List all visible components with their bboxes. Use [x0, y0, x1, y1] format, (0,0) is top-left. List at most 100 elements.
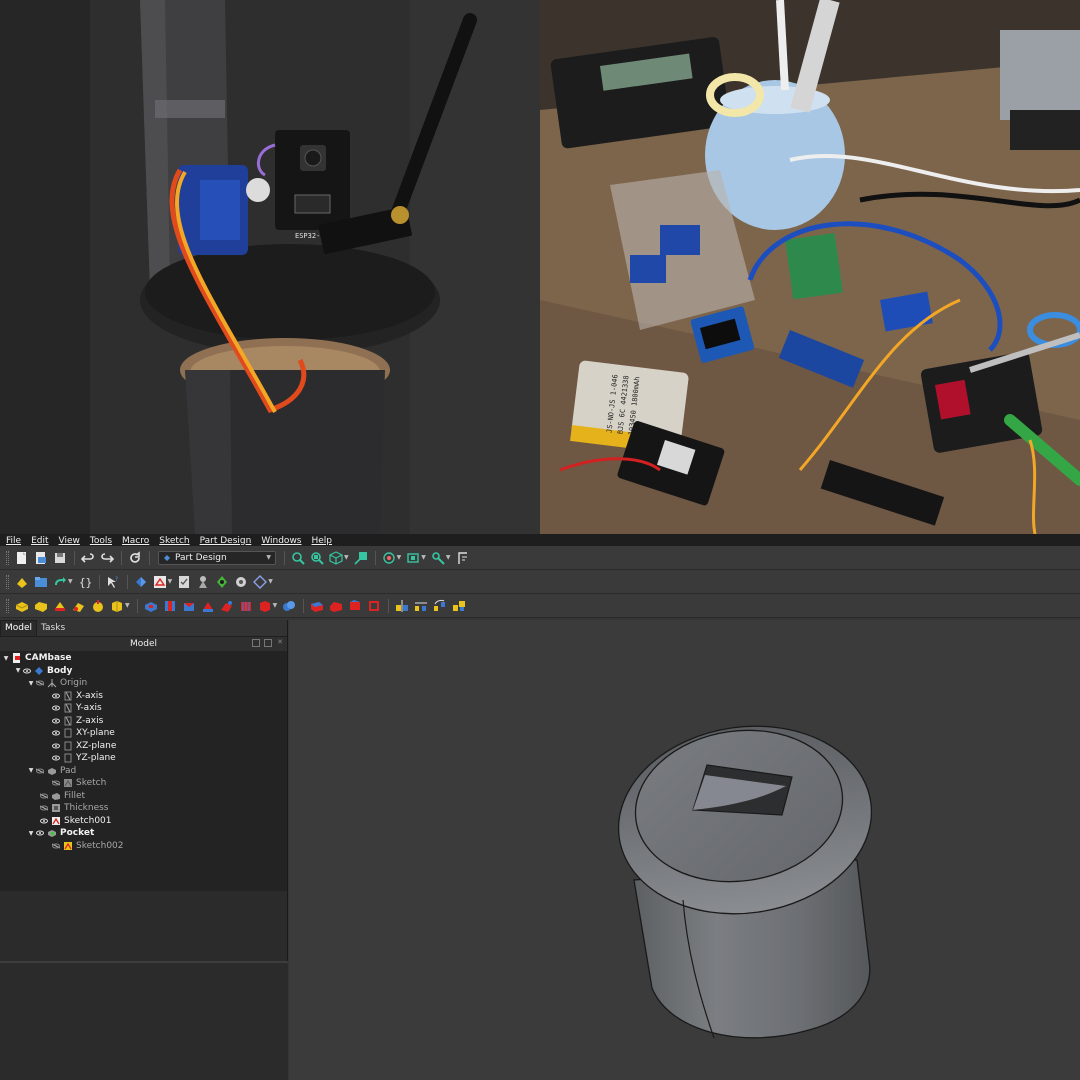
subtractive-loft-icon[interactable] — [199, 597, 217, 615]
fillet-icon[interactable] — [308, 597, 326, 615]
std-views-icon[interactable] — [404, 549, 422, 567]
pad-icon[interactable] — [13, 597, 31, 615]
hidden-eye-icon[interactable] — [35, 679, 45, 687]
tab-model[interactable]: Model — [0, 620, 38, 636]
open-document-icon[interactable] — [32, 549, 50, 567]
toolbar-grip[interactable] — [6, 598, 9, 613]
mirrored-icon[interactable] — [393, 597, 411, 615]
menu-view[interactable]: View — [53, 536, 84, 546]
3d-viewport[interactable] — [289, 620, 1080, 1080]
menu-file[interactable]: File — [0, 536, 25, 546]
expand-arrow-icon[interactable]: ▼ — [2, 655, 10, 662]
boolean-icon[interactable] — [280, 597, 298, 615]
isometric-view-icon[interactable] — [327, 549, 345, 567]
create-body-icon[interactable] — [132, 573, 150, 591]
fit-selection-icon[interactable] — [308, 549, 326, 567]
new-document-icon[interactable] — [13, 549, 31, 567]
redo-icon[interactable] — [98, 549, 116, 567]
hidden-eye-icon[interactable] — [51, 779, 61, 787]
shape-binder-icon[interactable] — [194, 573, 212, 591]
subtractive-pipe-icon[interactable] — [218, 597, 236, 615]
restore-icon[interactable] — [252, 639, 260, 647]
hidden-eye-icon[interactable] — [39, 804, 49, 812]
chevron-down-icon[interactable]: ▼ — [273, 602, 278, 609]
menu-tools[interactable]: Tools — [84, 536, 116, 546]
visibility-eye-icon[interactable] — [51, 692, 61, 700]
linear-pattern-icon[interactable] — [412, 597, 430, 615]
visibility-eye-icon[interactable] — [51, 742, 61, 750]
chevron-down-icon[interactable]: ▼ — [68, 578, 73, 585]
polar-pattern-icon[interactable] — [431, 597, 449, 615]
tree-item-cambase[interactable]: ▼ CAMbase — [2, 652, 72, 665]
visibility-eye-icon[interactable] — [51, 729, 61, 737]
tree-item-xz-plane[interactable]: XZ-plane — [51, 740, 116, 753]
measure-distance-icon[interactable] — [454, 549, 472, 567]
expand-arrow-icon[interactable]: ▼ — [14, 667, 22, 674]
workbench-selector[interactable]: Part Design ▼ — [158, 550, 276, 565]
visibility-eye-icon[interactable] — [51, 754, 61, 762]
visibility-eye-icon[interactable] — [35, 829, 45, 837]
link-icon[interactable] — [51, 573, 69, 591]
tree-item-xy-plane[interactable]: XY-plane — [51, 727, 115, 740]
clone-icon[interactable] — [232, 573, 250, 591]
measure-icon[interactable] — [429, 549, 447, 567]
expand-arrow-icon[interactable]: ▼ — [27, 767, 35, 774]
float-icon[interactable] — [264, 639, 272, 647]
hole-icon[interactable] — [161, 597, 179, 615]
chevron-down-icon[interactable]: ▼ — [344, 554, 349, 561]
tree-item-yz-plane[interactable]: YZ-plane — [51, 752, 116, 765]
revolution-icon[interactable] — [32, 597, 50, 615]
additive-loft-icon[interactable] — [51, 597, 69, 615]
pocket-icon[interactable] — [142, 597, 160, 615]
chevron-down-icon[interactable]: ▼ — [125, 602, 130, 609]
thickness-icon[interactable] — [365, 597, 383, 615]
refresh-icon[interactable] — [126, 549, 144, 567]
chevron-down-icon[interactable]: ▼ — [397, 554, 402, 561]
chevron-down-icon[interactable]: ▼ — [168, 578, 173, 585]
close-icon[interactable]: ✕ — [276, 639, 284, 647]
create-part-icon[interactable] — [13, 573, 31, 591]
whats-this-icon[interactable]: ? — [104, 573, 122, 591]
visibility-eye-icon[interactable] — [51, 704, 61, 712]
tree-item-sketch[interactable]: Sketch — [51, 777, 106, 790]
additive-pipe-icon[interactable] — [70, 597, 88, 615]
toolbar-grip[interactable] — [6, 574, 9, 589]
hidden-eye-icon[interactable] — [35, 767, 45, 775]
hidden-eye-icon[interactable] — [51, 842, 61, 850]
menu-part-design[interactable]: Part Design — [194, 536, 256, 546]
tree-item-body[interactable]: ▼ Body — [14, 665, 73, 678]
draft-icon[interactable] — [346, 597, 364, 615]
visibility-eye-icon[interactable] — [22, 667, 32, 675]
subtractive-primitive-icon[interactable] — [256, 597, 274, 615]
additive-helix-icon[interactable] — [89, 597, 107, 615]
toolbar-grip[interactable] — [6, 550, 9, 565]
tree-item-sketch002[interactable]: Sketch002 — [51, 840, 124, 853]
tree-item-x-axis[interactable]: X-axis — [51, 690, 103, 703]
variable-set-icon[interactable]: {} — [76, 573, 94, 591]
additive-primitive-icon[interactable] — [108, 597, 126, 615]
menu-sketch[interactable]: Sketch — [153, 536, 193, 546]
expand-arrow-icon[interactable]: ▼ — [27, 830, 35, 837]
tree-item-pocket[interactable]: ▼ Pocket — [27, 827, 95, 840]
menu-help[interactable]: Help — [306, 536, 337, 546]
datum-icon[interactable] — [251, 573, 269, 591]
undo-icon[interactable] — [79, 549, 97, 567]
sub-shape-binder-icon[interactable] — [213, 573, 231, 591]
tree-item-origin[interactable]: ▼ Origin — [27, 677, 88, 690]
tree-item-fillet[interactable]: Fillet — [39, 790, 85, 803]
fit-all-icon[interactable] — [289, 549, 307, 567]
expand-arrow-icon[interactable]: ▼ — [27, 680, 35, 687]
tree-item-sketch001[interactable]: Sketch001 — [39, 815, 112, 828]
tree-item-z-axis[interactable]: Z-axis — [51, 715, 103, 728]
tree-item-pad[interactable]: ▼ Pad — [27, 765, 77, 778]
create-sketch-icon[interactable] — [151, 573, 169, 591]
groove-icon[interactable] — [180, 597, 198, 615]
chamfer-icon[interactable] — [327, 597, 345, 615]
create-group-icon[interactable] — [32, 573, 50, 591]
menu-edit[interactable]: Edit — [25, 536, 52, 546]
draw-style-icon[interactable] — [380, 549, 398, 567]
tab-tasks[interactable]: Tasks — [37, 621, 69, 636]
chevron-down-icon[interactable]: ▼ — [421, 554, 426, 561]
subtractive-helix-icon[interactable] — [237, 597, 255, 615]
validate-sketch-icon[interactable] — [175, 573, 193, 591]
